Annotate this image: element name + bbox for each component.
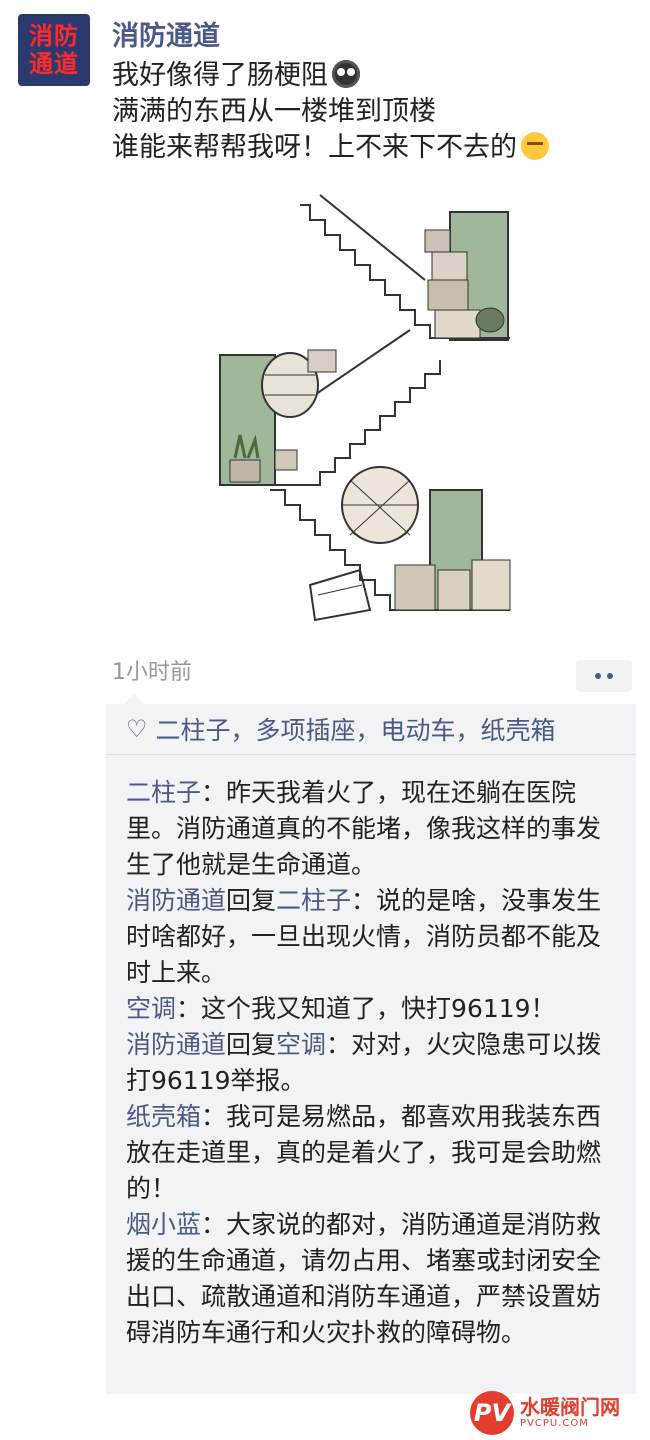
post-text: 我好像得了肠梗阻 满满的东西从一楼堆到顶楼 谁能来帮帮我呀！上不来下不去的	[112, 58, 632, 166]
comment-item[interactable]: 烟小蓝：大家说的都对，消防通道是消防救援的生命通道，请勿占用、堵塞或封闭安全出口…	[126, 1207, 620, 1351]
post-line-3-text: 谁能来帮帮我呀！上不来下不去的	[112, 132, 517, 163]
post-image-blocked-staircase[interactable]	[210, 190, 520, 640]
post-author-name[interactable]: 消防通道	[112, 14, 220, 53]
likes-row: ♡ 二柱子，多项插座，电动车，纸壳箱	[106, 704, 636, 755]
watermark-name: 水暖阀门网	[520, 1395, 620, 1419]
post-line-3: 谁能来帮帮我呀！上不来下不去的	[112, 130, 632, 166]
comment-separator: ：	[201, 1102, 227, 1131]
comment-author[interactable]: 二柱子	[126, 778, 201, 807]
likes-list[interactable]: 二柱子，多项插座，电动车，纸壳箱	[156, 711, 556, 747]
reply-word: 回复	[226, 886, 277, 915]
avatar-text-line2: 通道	[29, 50, 79, 78]
comment-separator: ：	[351, 886, 377, 915]
avatar-text-line1: 消防	[29, 22, 79, 50]
comment-author[interactable]: 消防通道	[126, 1030, 226, 1059]
comment-separator: ：	[201, 778, 227, 807]
comment-item[interactable]: 消防通道回复二柱子：说的是啥，没事发生时啥都好，一旦出现火情，消防员都不能及时上…	[126, 883, 620, 991]
post-line-2: 满满的东西从一楼堆到顶楼	[112, 96, 436, 127]
angry-face-emoji-icon	[521, 132, 549, 160]
comments-panel: ♡ 二柱子，多项插座，电动车，纸壳箱 二柱子：昨天我着火了，现在还躺在医院里。消…	[106, 694, 636, 1394]
more-actions-button[interactable]	[576, 660, 632, 692]
watermark: PV 水暖阀门网 PVCPU.COM	[470, 1388, 648, 1438]
sad-face-emoji-icon	[332, 60, 360, 88]
reply-word: 回复	[226, 1030, 277, 1059]
avatar[interactable]: 消防 通道	[18, 14, 90, 86]
comment-author[interactable]: 空调	[126, 994, 176, 1023]
comment-author[interactable]: 消防通道	[126, 886, 226, 915]
watermark-text: 水暖阀门网 PVCPU.COM	[520, 1396, 620, 1430]
post-line-1-text: 我好像得了肠梗阻	[112, 60, 328, 91]
reply-to-author[interactable]: 空调	[276, 1030, 326, 1059]
comment-author[interactable]: 烟小蓝	[126, 1210, 201, 1239]
comment-item[interactable]: 二柱子：昨天我着火了，现在还躺在医院里。消防通道真的不能堵，像我这样的事发生了他…	[126, 775, 620, 883]
dot-icon	[607, 673, 613, 679]
comment-separator: ：	[201, 1210, 227, 1239]
heart-icon: ♡	[126, 715, 148, 743]
comment-item[interactable]: 空调：这个我又知道了，快打96119！	[126, 991, 620, 1027]
comment-text: 这个我又知道了，快打96119！	[201, 994, 556, 1023]
comment-separator: ：	[176, 994, 202, 1023]
comment-item[interactable]: 消防通道回复空调：对对，火灾隐患可以拨打96119举报。	[126, 1027, 620, 1099]
comment-list: 二柱子：昨天我着火了，现在还躺在医院里。消防通道真的不能堵，像我这样的事发生了他…	[106, 755, 636, 1351]
comment-item[interactable]: 纸壳箱：我可是易燃品，都喜欢用我装东西放在走道里，真的是着火了，我可是会助燃的！	[126, 1099, 620, 1207]
post-time: 1小时前	[112, 660, 192, 685]
dot-icon	[595, 673, 601, 679]
watermark-site: PVCPU.COM	[520, 1418, 589, 1429]
watermark-logo-icon: PV	[470, 1391, 514, 1435]
reply-to-author[interactable]: 二柱子	[276, 886, 351, 915]
comment-author[interactable]: 纸壳箱	[126, 1102, 201, 1131]
post-line-1: 我好像得了肠梗阻	[112, 58, 632, 94]
comment-separator: ：	[326, 1030, 352, 1059]
